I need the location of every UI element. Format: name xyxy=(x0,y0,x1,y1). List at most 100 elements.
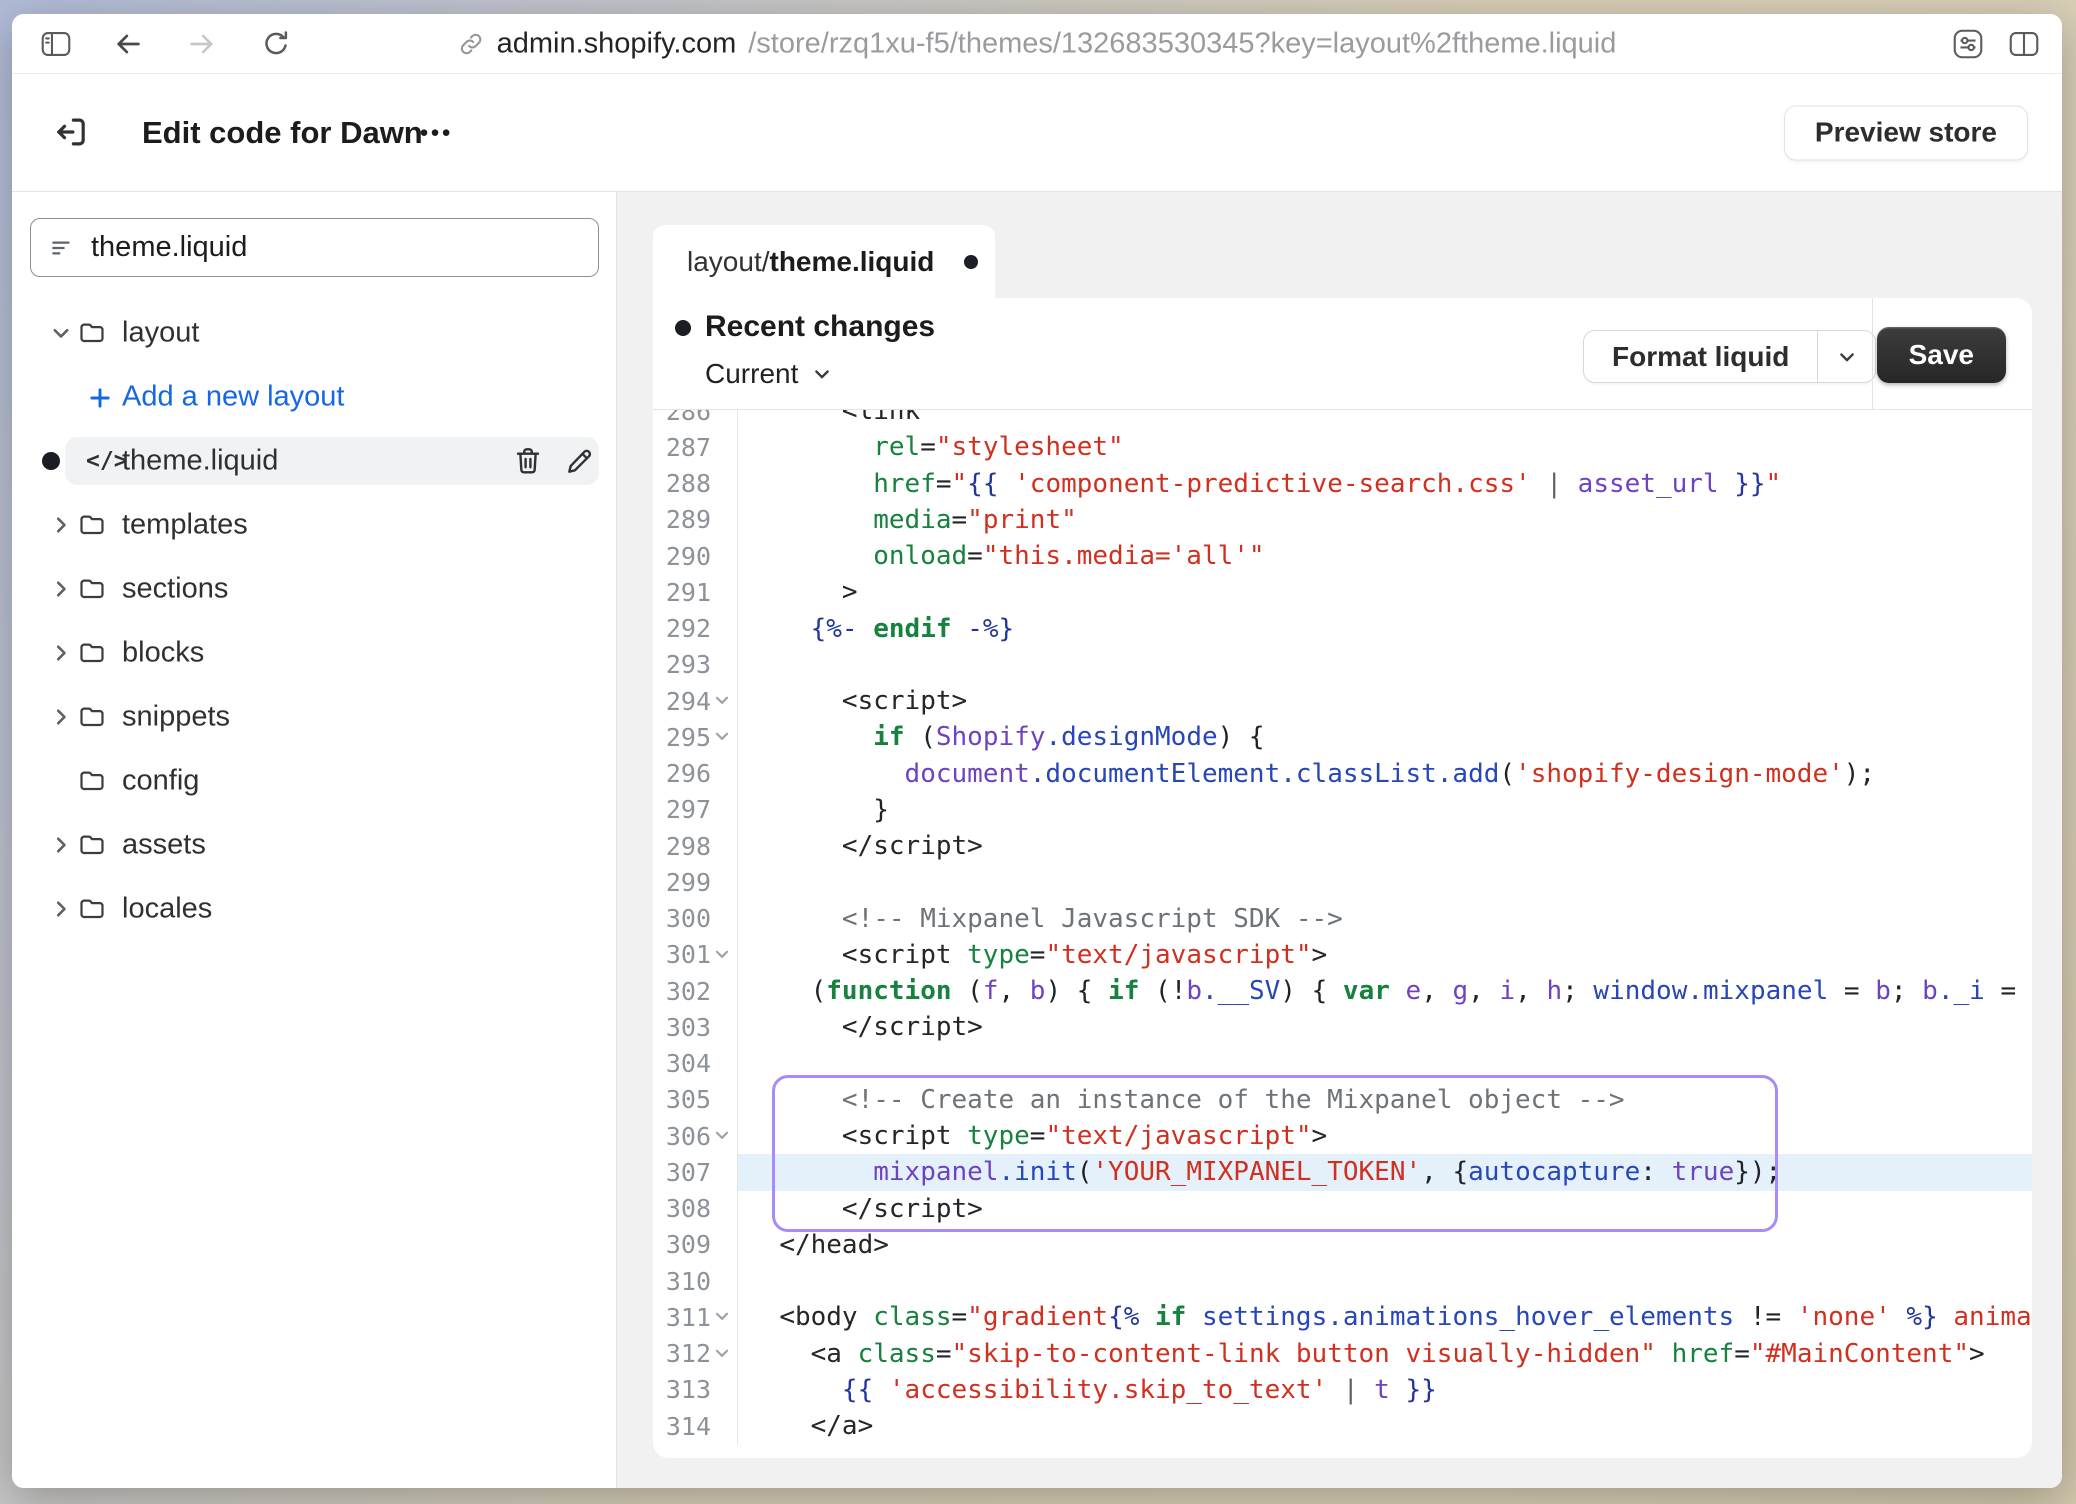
gutter: 300 xyxy=(653,901,738,937)
sidebar-item-theme.liquid[interactable]: </>theme.liquid xyxy=(12,437,616,485)
code-line-content[interactable]: {%- endif -%} xyxy=(738,611,2032,647)
url-bar[interactable]: admin.shopify.com/store/rzq1xu-f5/themes… xyxy=(458,27,1617,60)
filter-icon xyxy=(49,235,75,261)
sidebar-item-label: Add a new layout xyxy=(122,381,344,414)
file-sidebar: theme.liquid layout Add a new layout </>th… xyxy=(12,192,617,1488)
code-line-content[interactable]: </script> xyxy=(738,1009,2032,1045)
exit-editor-icon[interactable] xyxy=(52,113,92,153)
code-line-content[interactable]: </script> xyxy=(738,1191,2032,1227)
code-line-291: 291 > xyxy=(653,574,2032,610)
sidebar-item-blocks[interactable]: blocks xyxy=(12,629,616,677)
code-line-content[interactable]: <script type="text/javascript"> xyxy=(738,1118,2032,1154)
line-number: 295 xyxy=(666,723,711,752)
line-number: 312 xyxy=(666,1339,711,1368)
code-line-content[interactable]: <script> xyxy=(738,683,2032,719)
code-line-content[interactable]: onload="this.media='all'" xyxy=(738,538,2032,574)
preview-store-button[interactable]: Preview store xyxy=(1784,105,2028,160)
code-line-content[interactable] xyxy=(738,1263,2032,1299)
chevron-right-icon[interactable] xyxy=(50,898,72,920)
fold-chevron-icon[interactable] xyxy=(713,691,733,711)
gutter: 299 xyxy=(653,864,738,900)
chevron-down-icon[interactable] xyxy=(50,322,72,344)
sidebar-item-config[interactable]: config xyxy=(12,757,616,805)
code-line-content[interactable]: <body class="gradient{% if settings.anim… xyxy=(738,1299,2032,1335)
code-line-content[interactable]: (function (f, b) { if (!b.__SV) { var e,… xyxy=(738,973,2032,1009)
folder-icon xyxy=(78,640,106,666)
sidebar-item-assets[interactable]: assets xyxy=(12,821,616,869)
sidebar-item-locales[interactable]: locales xyxy=(12,885,616,933)
code-line-content[interactable]: </head> xyxy=(738,1227,2032,1263)
code-line-content[interactable]: <!-- Mixpanel Javascript SDK --> xyxy=(738,901,2032,937)
fold-chevron-icon[interactable] xyxy=(713,727,733,747)
plus-icon xyxy=(86,384,114,410)
fold-chevron-icon[interactable] xyxy=(713,1126,733,1146)
tab-layout-theme-liquid[interactable]: layout/theme.liquid xyxy=(653,225,995,299)
chevron-right-icon[interactable] xyxy=(50,642,72,664)
sidebar-item-label: layout xyxy=(122,317,199,350)
browser-sidebar-toggle-icon[interactable] xyxy=(38,26,74,62)
code-line-content[interactable]: {{ 'accessibility.skip_to_text' | t }} xyxy=(738,1372,2032,1408)
code-line-295: 295 if (Shopify.designMode) { xyxy=(653,719,2032,755)
chevron-right-icon[interactable] xyxy=(50,578,72,600)
code-line-313: 313 {{ 'accessibility.skip_to_text' | t … xyxy=(653,1372,2032,1408)
file-search-input[interactable]: theme.liquid xyxy=(30,218,599,277)
gutter: 291 xyxy=(653,574,738,610)
line-number: 303 xyxy=(666,1013,711,1042)
code-line-content[interactable]: mixpanel.init('YOUR_MIXPANEL_TOKEN', {au… xyxy=(738,1154,2032,1190)
folder-icon xyxy=(78,512,106,538)
code-line-content[interactable]: <!-- Create an instance of the Mixpanel … xyxy=(738,1082,2032,1118)
split-view-icon[interactable] xyxy=(2006,26,2042,62)
reload-icon[interactable] xyxy=(258,26,294,62)
code-line-286: 286 <link xyxy=(653,410,2032,429)
chevron-right-icon[interactable] xyxy=(50,514,72,536)
pencil-icon[interactable] xyxy=(564,445,596,477)
fold-chevron-icon[interactable] xyxy=(713,1344,733,1364)
code-line-content[interactable] xyxy=(738,647,2032,683)
line-number: 313 xyxy=(666,1375,711,1404)
fold-chevron-icon[interactable] xyxy=(713,945,733,965)
fold-chevron-icon[interactable] xyxy=(713,1307,733,1327)
sidebar-item-layout[interactable]: layout xyxy=(12,309,616,357)
format-liquid-button[interactable]: Format liquid xyxy=(1584,331,1817,382)
code-line-content[interactable]: </a> xyxy=(738,1408,2032,1444)
code-line-content[interactable]: > xyxy=(738,574,2032,610)
version-dropdown[interactable]: Current xyxy=(705,358,832,390)
editor-card-header: Recent changes Current Format liquid Sav… xyxy=(653,298,2032,410)
sidebar-item-templates[interactable]: templates xyxy=(12,501,616,549)
code-line-content[interactable]: <script type="text/javascript"> xyxy=(738,937,2032,973)
page-title: Edit code for Dawn xyxy=(142,115,423,151)
code-line-content[interactable]: document.documentElement.classList.add('… xyxy=(738,756,2032,792)
code-line-content[interactable] xyxy=(738,1046,2032,1082)
line-number: 298 xyxy=(666,832,711,861)
save-button[interactable]: Save xyxy=(1877,327,2006,383)
code-line-content[interactable]: media="print" xyxy=(738,502,2032,538)
format-liquid-split-button: Format liquid xyxy=(1583,330,1876,383)
folder-icon xyxy=(78,320,106,346)
code-line-content[interactable] xyxy=(738,864,2032,900)
code-line-content[interactable]: </script> xyxy=(738,828,2032,864)
code-editor[interactable]: 286 <link287 rel="stylesheet"288 href="{… xyxy=(653,410,2032,1458)
code-line-content[interactable]: } xyxy=(738,792,2032,828)
folder-icon xyxy=(78,768,106,794)
forward-icon[interactable] xyxy=(184,26,220,62)
gutter: 294 xyxy=(653,683,738,719)
back-icon[interactable] xyxy=(110,26,146,62)
chevron-right-icon[interactable] xyxy=(50,706,72,728)
code-line-content[interactable]: <a class="skip-to-content-link button vi… xyxy=(738,1336,2032,1372)
line-number: 299 xyxy=(666,868,711,897)
sidebar-item-snippets[interactable]: snippets xyxy=(12,693,616,741)
link-icon xyxy=(458,30,485,57)
code-line-content[interactable]: href="{{ 'component-predictive-search.cs… xyxy=(738,466,2032,502)
code-line-content[interactable]: if (Shopify.designMode) { xyxy=(738,719,2032,755)
unsaved-dot xyxy=(42,452,60,470)
trash-icon[interactable] xyxy=(512,445,544,477)
format-liquid-caret-button[interactable] xyxy=(1817,331,1875,382)
sidebar-item-sections[interactable]: sections xyxy=(12,565,616,613)
sidebar-item-add-a-new-layout[interactable]: Add a new layout xyxy=(12,373,616,421)
chevron-right-icon[interactable] xyxy=(50,834,72,856)
code-line-content[interactable]: <link xyxy=(738,410,2032,429)
page-settings-icon[interactable] xyxy=(1950,26,1986,62)
more-actions-menu[interactable]: ••• xyxy=(420,119,453,146)
line-number: 305 xyxy=(666,1085,711,1114)
code-line-content[interactable]: rel="stylesheet" xyxy=(738,429,2032,465)
